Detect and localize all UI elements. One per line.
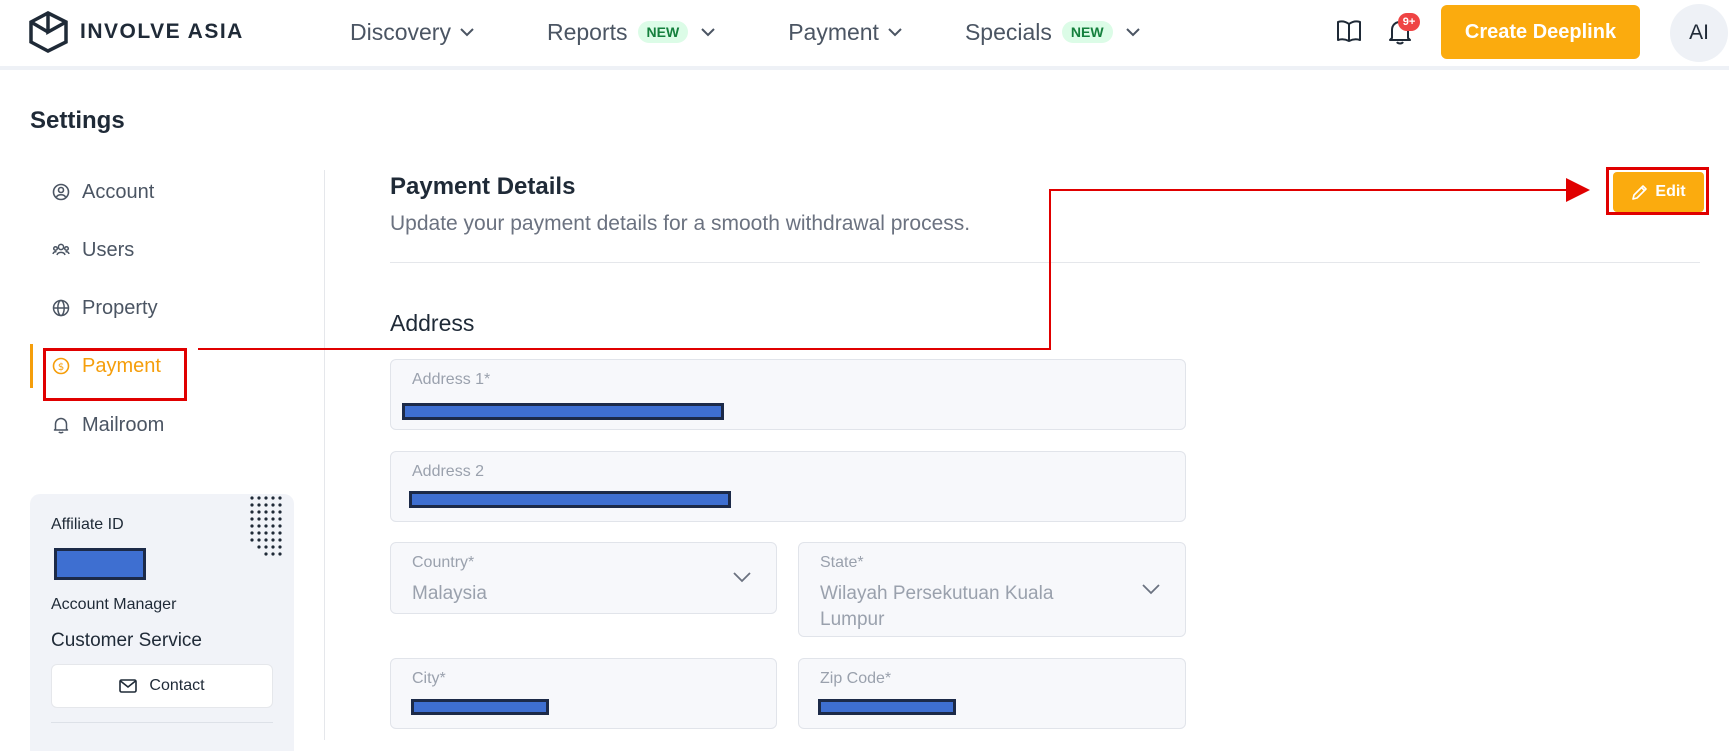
redacted-city (411, 699, 549, 715)
address2-field[interactable]: Address 2 (390, 451, 1186, 522)
redacted-address2 (409, 491, 731, 508)
country-label: Country* (412, 554, 475, 571)
address2-label: Address 2 (412, 463, 485, 480)
city-field[interactable]: City* (390, 658, 777, 729)
address1-field[interactable]: Address 1* (390, 359, 1186, 430)
state-select[interactable]: State* Wilayah Persekutuan Kuala Lumpur (798, 542, 1186, 637)
state-value: Wilayah Persekutuan Kuala Lumpur (820, 583, 1054, 630)
state-label: State* (820, 554, 864, 571)
redacted-address1 (402, 403, 724, 420)
chevron-down-icon (1142, 584, 1160, 595)
redacted-zip-code (818, 699, 956, 715)
city-label: City* (412, 670, 446, 687)
country-value: Malaysia (412, 583, 487, 604)
address1-label: Address 1* (412, 371, 491, 388)
zip-code-field[interactable]: Zip Code* (798, 658, 1186, 729)
chevron-down-icon (733, 572, 751, 583)
zip-code-label: Zip Code* (820, 670, 892, 687)
country-select[interactable]: Country* Malaysia (390, 542, 777, 614)
address-section-title: Address (390, 310, 475, 336)
